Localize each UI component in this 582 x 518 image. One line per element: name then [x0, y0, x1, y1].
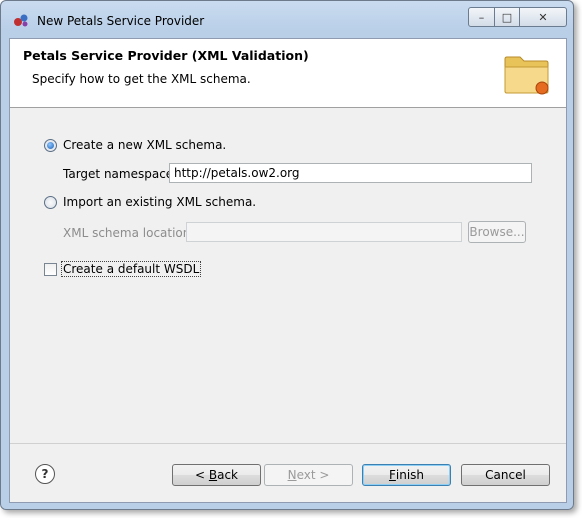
minimize-button[interactable]: – [468, 7, 495, 27]
schema-location-input[interactable] [186, 222, 462, 242]
finish-button[interactable]: Finish [362, 464, 451, 486]
close-button[interactable]: ✕ [520, 7, 567, 27]
title-bar[interactable]: New Petals Service Provider – □ ✕ [1, 1, 573, 39]
petals-app-icon [14, 14, 28, 27]
close-icon: ✕ [538, 10, 548, 24]
back-button[interactable]: < Back [172, 464, 261, 486]
next-rest: ext > [296, 468, 330, 482]
window-controls: – □ ✕ [468, 7, 567, 27]
finish-mnemonic: F [388, 468, 396, 482]
create-schema-option[interactable]: Create a new XML schema. [44, 138, 226, 152]
import-schema-radio[interactable] [44, 195, 57, 209]
maximize-button[interactable]: □ [495, 7, 520, 27]
back-prefix: < [194, 468, 209, 482]
next-mnemonic: N [287, 468, 297, 482]
footer-separator [10, 443, 566, 444]
next-button[interactable]: Next > [264, 464, 353, 486]
help-icon[interactable]: ? [35, 464, 55, 484]
browse-button[interactable]: Browse... [468, 221, 526, 243]
finish-rest: inish [395, 468, 425, 482]
cancel-button[interactable]: Cancel [461, 464, 550, 486]
default-wsdl-option[interactable]: Create a default WSDL [44, 261, 202, 277]
folder-wizard-icon [504, 56, 549, 95]
default-wsdl-checkbox[interactable] [44, 262, 57, 276]
back-mnemonic: B [208, 468, 218, 482]
minimize-icon: – [478, 10, 485, 24]
dialog-client-area: Petals Service Provider (XML Validation)… [9, 38, 567, 503]
page-description: Specify how to get the XML schema. [32, 72, 251, 86]
import-schema-label: Import an existing XML schema. [63, 195, 257, 209]
target-namespace-input[interactable] [169, 163, 532, 183]
import-schema-option[interactable]: Import an existing XML schema. [44, 195, 256, 209]
schema-location-label: XML schema location: [63, 226, 195, 240]
maximize-icon: □ [501, 10, 513, 24]
back-rest: ack [217, 468, 238, 482]
wizard-header: Petals Service Provider (XML Validation)… [10, 39, 566, 108]
page-title: Petals Service Provider (XML Validation) [23, 48, 309, 63]
target-namespace-label: Target namespace: [63, 167, 178, 181]
wizard-window: New Petals Service Provider – □ ✕ Petals… [0, 0, 574, 510]
create-schema-label: Create a new XML schema. [63, 138, 227, 152]
create-schema-radio[interactable] [44, 138, 57, 152]
window-title: New Petals Service Provider [37, 14, 205, 28]
default-wsdl-label: Create a default WSDL [61, 261, 202, 277]
